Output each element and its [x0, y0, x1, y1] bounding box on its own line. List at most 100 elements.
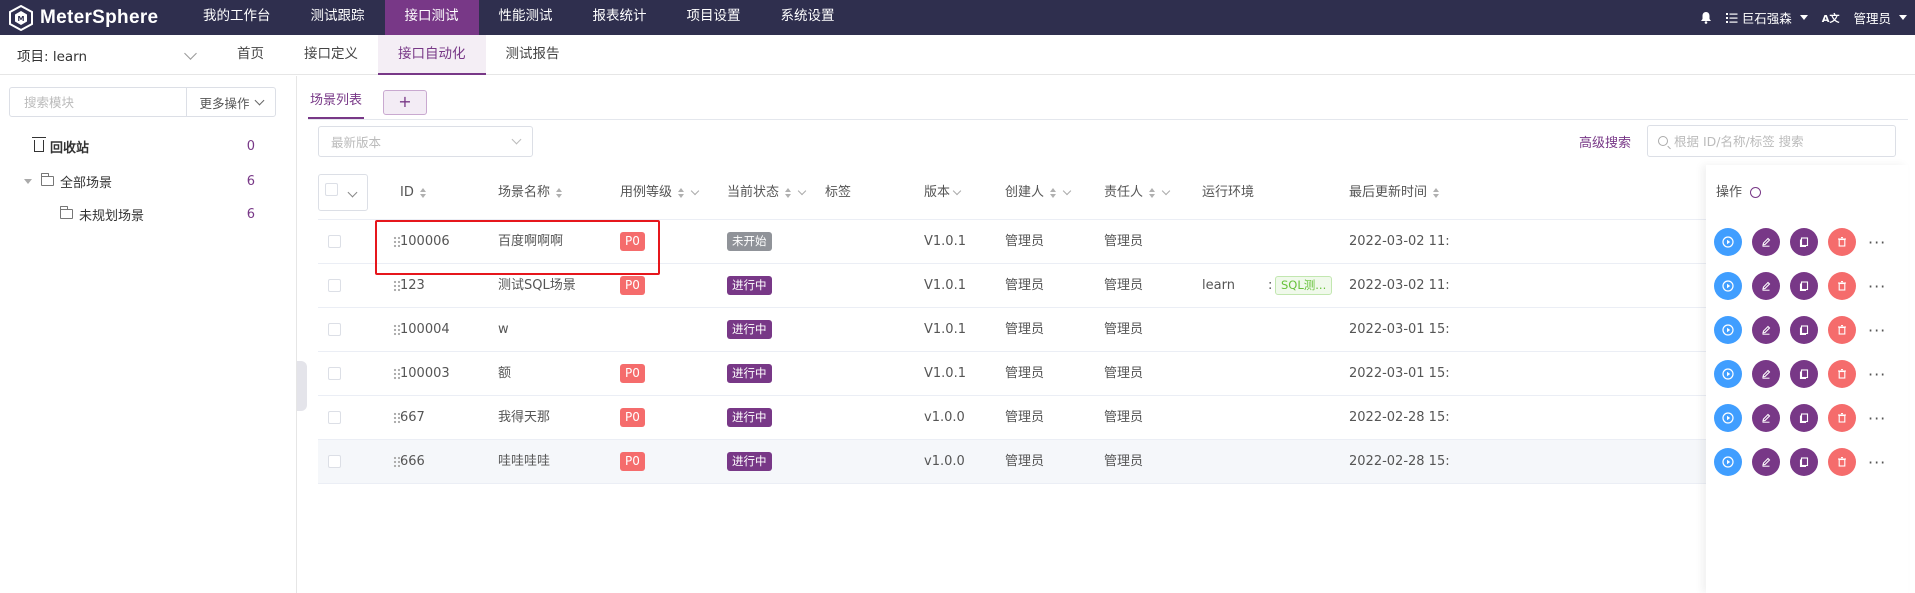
column-settings-icon[interactable] [1750, 187, 1762, 198]
more-operations-button[interactable]: 更多操作 [186, 87, 276, 117]
tab-scene-list[interactable]: 场景列表 [308, 86, 365, 119]
more-icon[interactable]: ··· [1868, 321, 1886, 340]
nav-test-tracking[interactable]: 测试跟踪 [291, 0, 385, 35]
more-icon[interactable]: ··· [1868, 453, 1886, 472]
tab-api-automation[interactable]: 接口自动化 [378, 35, 486, 75]
play-circle-icon[interactable] [1714, 228, 1742, 256]
copy-icon[interactable] [1790, 272, 1818, 300]
edit-icon[interactable] [1752, 448, 1780, 476]
scene-search-input[interactable] [1674, 133, 1884, 149]
cell-scene-name[interactable]: 测试SQL场景 [498, 264, 576, 308]
select-all-dropdown[interactable] [318, 174, 368, 211]
col-case-level[interactable]: 用例等级 [620, 165, 700, 220]
row-checkbox[interactable] [328, 455, 341, 468]
edit-icon[interactable] [1752, 360, 1780, 388]
trash-icon[interactable] [1828, 228, 1856, 256]
more-icon[interactable]: ··· [1868, 365, 1886, 384]
copy-icon[interactable] [1790, 404, 1818, 432]
cell-id[interactable]: 667 [400, 396, 425, 440]
col-scene-name[interactable]: 场景名称 [498, 165, 563, 220]
bell-icon[interactable] [1700, 11, 1712, 24]
table-row[interactable]: 100006 百度啊啊啊 P0 未开始 V1.0.1 管理员 管理员 2022-03-02 1… [318, 220, 1908, 264]
workspace-switcher[interactable]: 巨石强森 [1725, 8, 1808, 27]
cell-scene-name[interactable]: 额 [498, 352, 511, 396]
nav-project-settings[interactable]: 项目设置 [667, 0, 761, 35]
select-all-checkbox[interactable] [325, 183, 338, 196]
sidebar-collapse-handle[interactable] [297, 361, 307, 411]
cell-id[interactable]: 666 [400, 440, 425, 484]
add-tab-button[interactable]: + [383, 90, 427, 115]
more-icon[interactable]: ··· [1868, 277, 1886, 296]
env-tag[interactable]: SQL测... [1275, 276, 1333, 295]
copy-icon[interactable] [1790, 360, 1818, 388]
filter-icon[interactable] [952, 186, 962, 195]
nav-system-settings[interactable]: 系统设置 [761, 0, 855, 35]
nav-performance-test[interactable]: 性能测试 [479, 0, 573, 35]
trash-icon[interactable] [1828, 404, 1856, 432]
cell-scene-name[interactable]: 哇哇哇哇 [498, 440, 550, 484]
expand-arrow-icon[interactable] [24, 178, 32, 184]
play-circle-icon[interactable] [1714, 360, 1742, 388]
col-creator[interactable]: 创建人 [1005, 165, 1072, 220]
trash-icon[interactable] [1828, 448, 1856, 476]
table-row[interactable]: 667 我得天那 P0 进行中 v1.0.0 管理员 管理员 2022-02-28 15:42… [318, 396, 1908, 440]
filter-icon[interactable] [1062, 186, 1072, 195]
sort-icon[interactable] [678, 187, 685, 198]
tab-test-report[interactable]: 测试报告 [486, 35, 580, 75]
filter-icon[interactable] [1161, 186, 1171, 195]
filter-icon[interactable] [797, 186, 807, 195]
copy-icon[interactable] [1790, 316, 1818, 344]
sort-icon[interactable] [1149, 187, 1156, 198]
cell-scene-name[interactable]: 百度啊啊啊 [498, 220, 563, 264]
sort-icon[interactable] [1050, 187, 1057, 198]
language-switcher[interactable]: A文 [1822, 10, 1840, 25]
module-search-input[interactable] [9, 87, 187, 117]
cell-id[interactable]: 100006 [400, 220, 450, 264]
edit-icon[interactable] [1752, 272, 1780, 300]
col-status[interactable]: 当前状态 [727, 165, 807, 220]
more-icon[interactable]: ··· [1868, 409, 1886, 428]
sort-icon[interactable] [419, 187, 426, 198]
row-checkbox[interactable] [328, 323, 341, 336]
tab-api-definition[interactable]: 接口定义 [284, 35, 378, 75]
row-checkbox[interactable] [328, 235, 341, 248]
cell-id[interactable]: 123 [400, 264, 425, 308]
sort-icon[interactable] [785, 187, 792, 198]
copy-icon[interactable] [1790, 448, 1818, 476]
filter-icon[interactable] [690, 186, 700, 195]
cell-scene-name[interactable]: w [498, 308, 509, 352]
tree-item-recycle-bin[interactable]: 回收站 0 [0, 134, 297, 158]
sort-icon[interactable] [556, 187, 563, 198]
edit-icon[interactable] [1752, 316, 1780, 344]
version-select[interactable]: 最新版本 [318, 126, 533, 157]
row-checkbox[interactable] [328, 367, 341, 380]
table-row[interactable]: 123 测试SQL场景 P0 进行中 V1.0.1 管理员 管理员 learn: SQL测...… [318, 264, 1908, 308]
tree-item-all-scenes[interactable]: 全部场景 6 [0, 169, 297, 193]
advanced-search-link[interactable]: 高级搜索 [1579, 132, 1631, 151]
play-circle-icon[interactable] [1714, 272, 1742, 300]
table-row[interactable]: 100004 w 进行中 V1.0.1 管理员 管理员 2022-03-01 15:08:5 [318, 308, 1908, 352]
more-icon[interactable]: ··· [1868, 233, 1886, 252]
sort-icon[interactable] [1433, 187, 1440, 198]
row-checkbox[interactable] [328, 411, 341, 424]
tab-home[interactable]: 首页 [217, 35, 284, 75]
nav-workbench[interactable]: 我的工作台 [183, 0, 291, 35]
project-selector[interactable]: 项目: learn [17, 35, 197, 75]
copy-icon[interactable] [1790, 228, 1818, 256]
trash-icon[interactable] [1828, 360, 1856, 388]
tree-item-unplanned-scenes[interactable]: 未规划场景 6 [0, 202, 297, 226]
nav-api-test[interactable]: 接口测试 [384, 0, 479, 35]
app-logo[interactable]: M MeterSphere [8, 4, 158, 31]
nav-reports[interactable]: 报表统计 [573, 0, 667, 35]
play-circle-icon[interactable] [1714, 448, 1742, 476]
trash-icon[interactable] [1828, 316, 1856, 344]
col-updated[interactable]: 最后更新时间 [1349, 165, 1440, 220]
table-row[interactable]: 666 哇哇哇哇 P0 进行中 v1.0.0 管理员 管理员 2022-02-28 15:40… [318, 440, 1908, 484]
cell-id[interactable]: 100003 [400, 352, 450, 396]
cell-id[interactable]: 100004 [400, 308, 450, 352]
cell-scene-name[interactable]: 我得天那 [498, 396, 550, 440]
trash-icon[interactable] [1828, 272, 1856, 300]
edit-icon[interactable] [1752, 404, 1780, 432]
edit-icon[interactable] [1752, 228, 1780, 256]
row-checkbox[interactable] [328, 279, 341, 292]
